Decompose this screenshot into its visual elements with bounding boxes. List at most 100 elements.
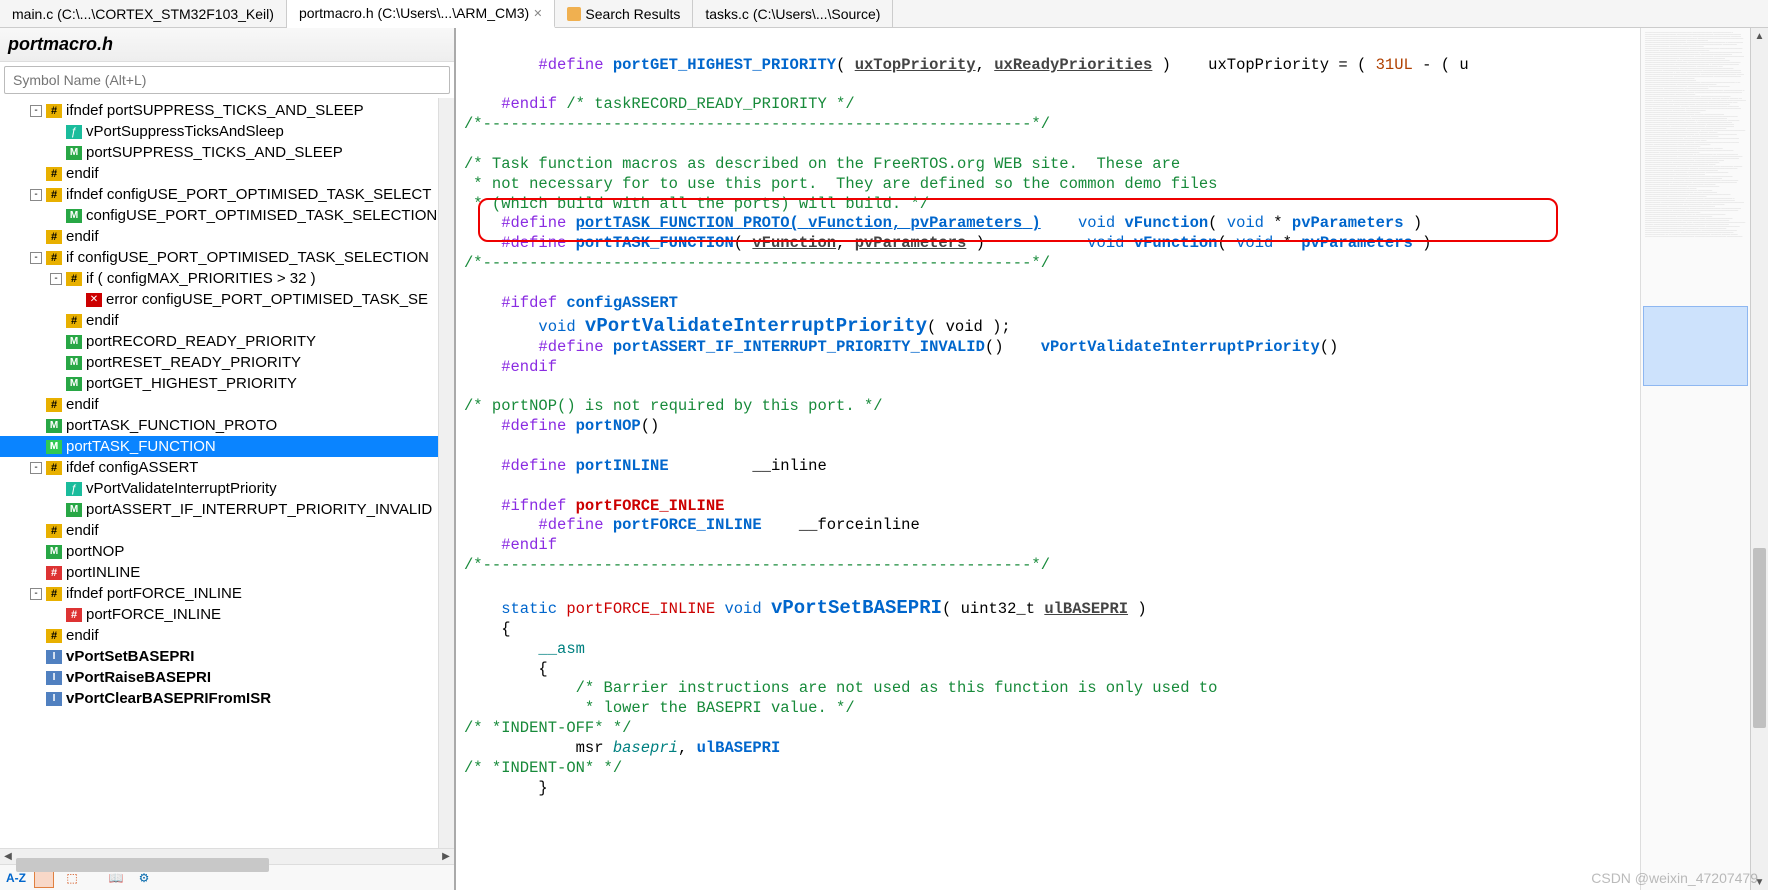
tree-scrollbar-v[interactable] [438,98,454,848]
pound-red-icon [66,608,82,622]
outline-item[interactable]: vPortSuppressTicksAndSleep [0,121,454,142]
expand-icon[interactable]: - [30,252,42,264]
outline-item[interactable]: vPortRaiseBASEPRI [0,667,454,688]
code-text: /*--------------------------------------… [464,115,1050,133]
fn-cyan-icon [66,125,82,139]
code-text: () [641,417,660,435]
outline-item[interactable]: endif [0,625,454,646]
outline-label: endif [66,228,99,245]
m-grn-icon [66,209,82,223]
outline-item[interactable]: configUSE_PORT_OPTIMISED_TASK_SELECTION [0,205,454,226]
scroll-left-icon[interactable]: ◀ [0,849,16,865]
outline-item[interactable]: -ifdef configASSERT [0,457,454,478]
tab-search-results[interactable]: Search Results [555,0,693,27]
outline-item[interactable]: portNOP [0,541,454,562]
outline-item[interactable]: endif [0,226,454,247]
minimap-viewport[interactable] [1643,306,1748,386]
expand-icon[interactable]: - [30,462,42,474]
code-text: pvParameters [1292,214,1404,232]
code-text: pvParameters [855,234,967,252]
outline-item[interactable]: error configUSE_PORT_OPTIMISED_TASK_SE [0,289,454,310]
editor-scrollbar-v[interactable]: ▲ ▼ [1750,28,1768,890]
expand-icon[interactable]: - [30,189,42,201]
outline-item[interactable]: endif [0,520,454,541]
code-text: * not necessary for to use this port. Th… [464,175,1217,193]
m-grn-icon [66,377,82,391]
code-text: pvParameters [1301,234,1413,252]
scroll-thumb[interactable] [16,858,269,872]
code-text: { [464,660,548,678]
outline-tree[interactable]: - ifndef portSUPPRESS_TICKS_AND_SLEEP vPor… [0,98,454,848]
outline-item[interactable]: portSUPPRESS_TICKS_AND_SLEEP [0,142,454,163]
tab-label: Search Results [585,6,680,22]
outline-label: ifndef portFORCE_INLINE [66,585,242,602]
tab-portmacro-h[interactable]: portmacro.h (C:\Users\...\ARM_CM3) ✕ [287,0,555,28]
expand-icon[interactable]: - [30,105,42,117]
code-editor[interactable]: #define portGET_HIGHEST_PRIORITY( uxTopP… [456,28,1640,890]
outline-item[interactable]: portFORCE_INLINE [0,604,454,625]
outline-label: portGET_HIGHEST_PRIORITY [86,375,297,392]
outline-item[interactable]: -ifndef configUSE_PORT_OPTIMISED_TASK_SE… [0,184,454,205]
outline-item[interactable]: endif [0,163,454,184]
scroll-up-icon[interactable]: ▲ [1751,28,1768,44]
outline-item[interactable]: portTASK_FUNCTION [0,436,454,457]
outline-item[interactable]: vPortClearBASEPRIFromISR [0,688,454,709]
outline-label: endif [86,312,119,329]
fn-blue-icon [46,671,62,685]
outline-item[interactable]: portASSERT_IF_INTERRUPT_PRIORITY_INVALID [0,499,454,520]
outline-item[interactable]: portINLINE [0,562,454,583]
pound-ylw-icon [46,167,62,181]
tree-scrollbar-h[interactable]: ◀ ▶ [0,848,454,864]
code-text: - ( u [1413,56,1469,74]
code-text: basepri [613,739,678,757]
pound-ylw-icon [46,524,62,538]
expand-icon[interactable]: - [50,273,62,285]
pound-red-icon [46,566,62,580]
code-text: ) [1413,234,1432,252]
tab-label: portmacro.h (C:\Users\...\ARM_CM3) [299,5,529,21]
outline-item[interactable]: endif [0,310,454,331]
code-text: portTASK_FUNCTION [576,234,734,252]
close-icon[interactable]: ✕ [533,7,542,20]
outline-label: if ( configMAX_PRIORITIES > 32 ) [86,270,316,287]
outline-item[interactable]: vPortValidateInterruptPriority [0,478,454,499]
code-text: ( void ); [927,318,1011,336]
outline-item[interactable]: vPortSetBASEPRI [0,646,454,667]
code-text: /* taskRECORD_READY_PRIORITY */ [557,95,855,113]
code-text: ) [1128,600,1147,618]
outline-item[interactable]: - if ( configMAX_PRIORITIES > 32 ) [0,268,454,289]
minimap[interactable]: ───────────────────────────────── ──────… [1640,28,1750,890]
code-text: vPortValidateInterruptPriority [1041,338,1320,356]
tab-main-c[interactable]: main.c (C:\...\CORTEX_STM32F103_Keil) [0,0,287,27]
symbol-search-input[interactable] [4,66,450,94]
code-text: * (which build with all the ports) will … [464,195,929,213]
outline-item[interactable]: endif [0,394,454,415]
code-text: #define [464,56,613,74]
pound-ylw-icon [46,188,62,202]
tab-bar: main.c (C:\...\CORTEX_STM32F103_Keil) po… [0,0,1768,28]
code-text: #define [464,214,576,232]
outline-item[interactable]: - ifndef portSUPPRESS_TICKS_AND_SLEEP [0,100,454,121]
outline-item[interactable]: portGET_HIGHEST_PRIORITY [0,373,454,394]
expand-icon[interactable]: - [30,588,42,600]
outline-label: portTASK_FUNCTION [66,438,216,455]
code-text: #define [464,338,613,356]
code-text: /*--------------------------------------… [464,556,1050,574]
code-text: () [1320,338,1339,356]
tab-tasks-c[interactable]: tasks.c (C:\Users\...\Source) [693,0,893,27]
scroll-thumb[interactable] [1753,548,1766,728]
outline-item[interactable]: -if configUSE_PORT_OPTIMISED_TASK_SELECT… [0,247,454,268]
outline-label: ifndef portSUPPRESS_TICKS_AND_SLEEP [66,102,364,119]
code-text: /* *INDENT-OFF* */ [464,719,631,737]
outline-item[interactable]: portRECORD_READY_PRIORITY [0,331,454,352]
outline-item[interactable]: - ifndef portFORCE_INLINE [0,583,454,604]
outline-item[interactable]: portRESET_READY_PRIORITY [0,352,454,373]
outline-item[interactable]: portTASK_FUNCTION_PROTO [0,415,454,436]
outline-label: vPortClearBASEPRIFromISR [66,690,271,707]
fn-blue-icon [46,650,62,664]
code-text: void [1227,214,1264,232]
outline-label: portASSERT_IF_INTERRUPT_PRIORITY_INVALID [86,501,432,518]
pound-ylw-icon [46,629,62,643]
outline-label: vPortSetBASEPRI [66,648,194,665]
scroll-right-icon[interactable]: ▶ [438,849,454,865]
